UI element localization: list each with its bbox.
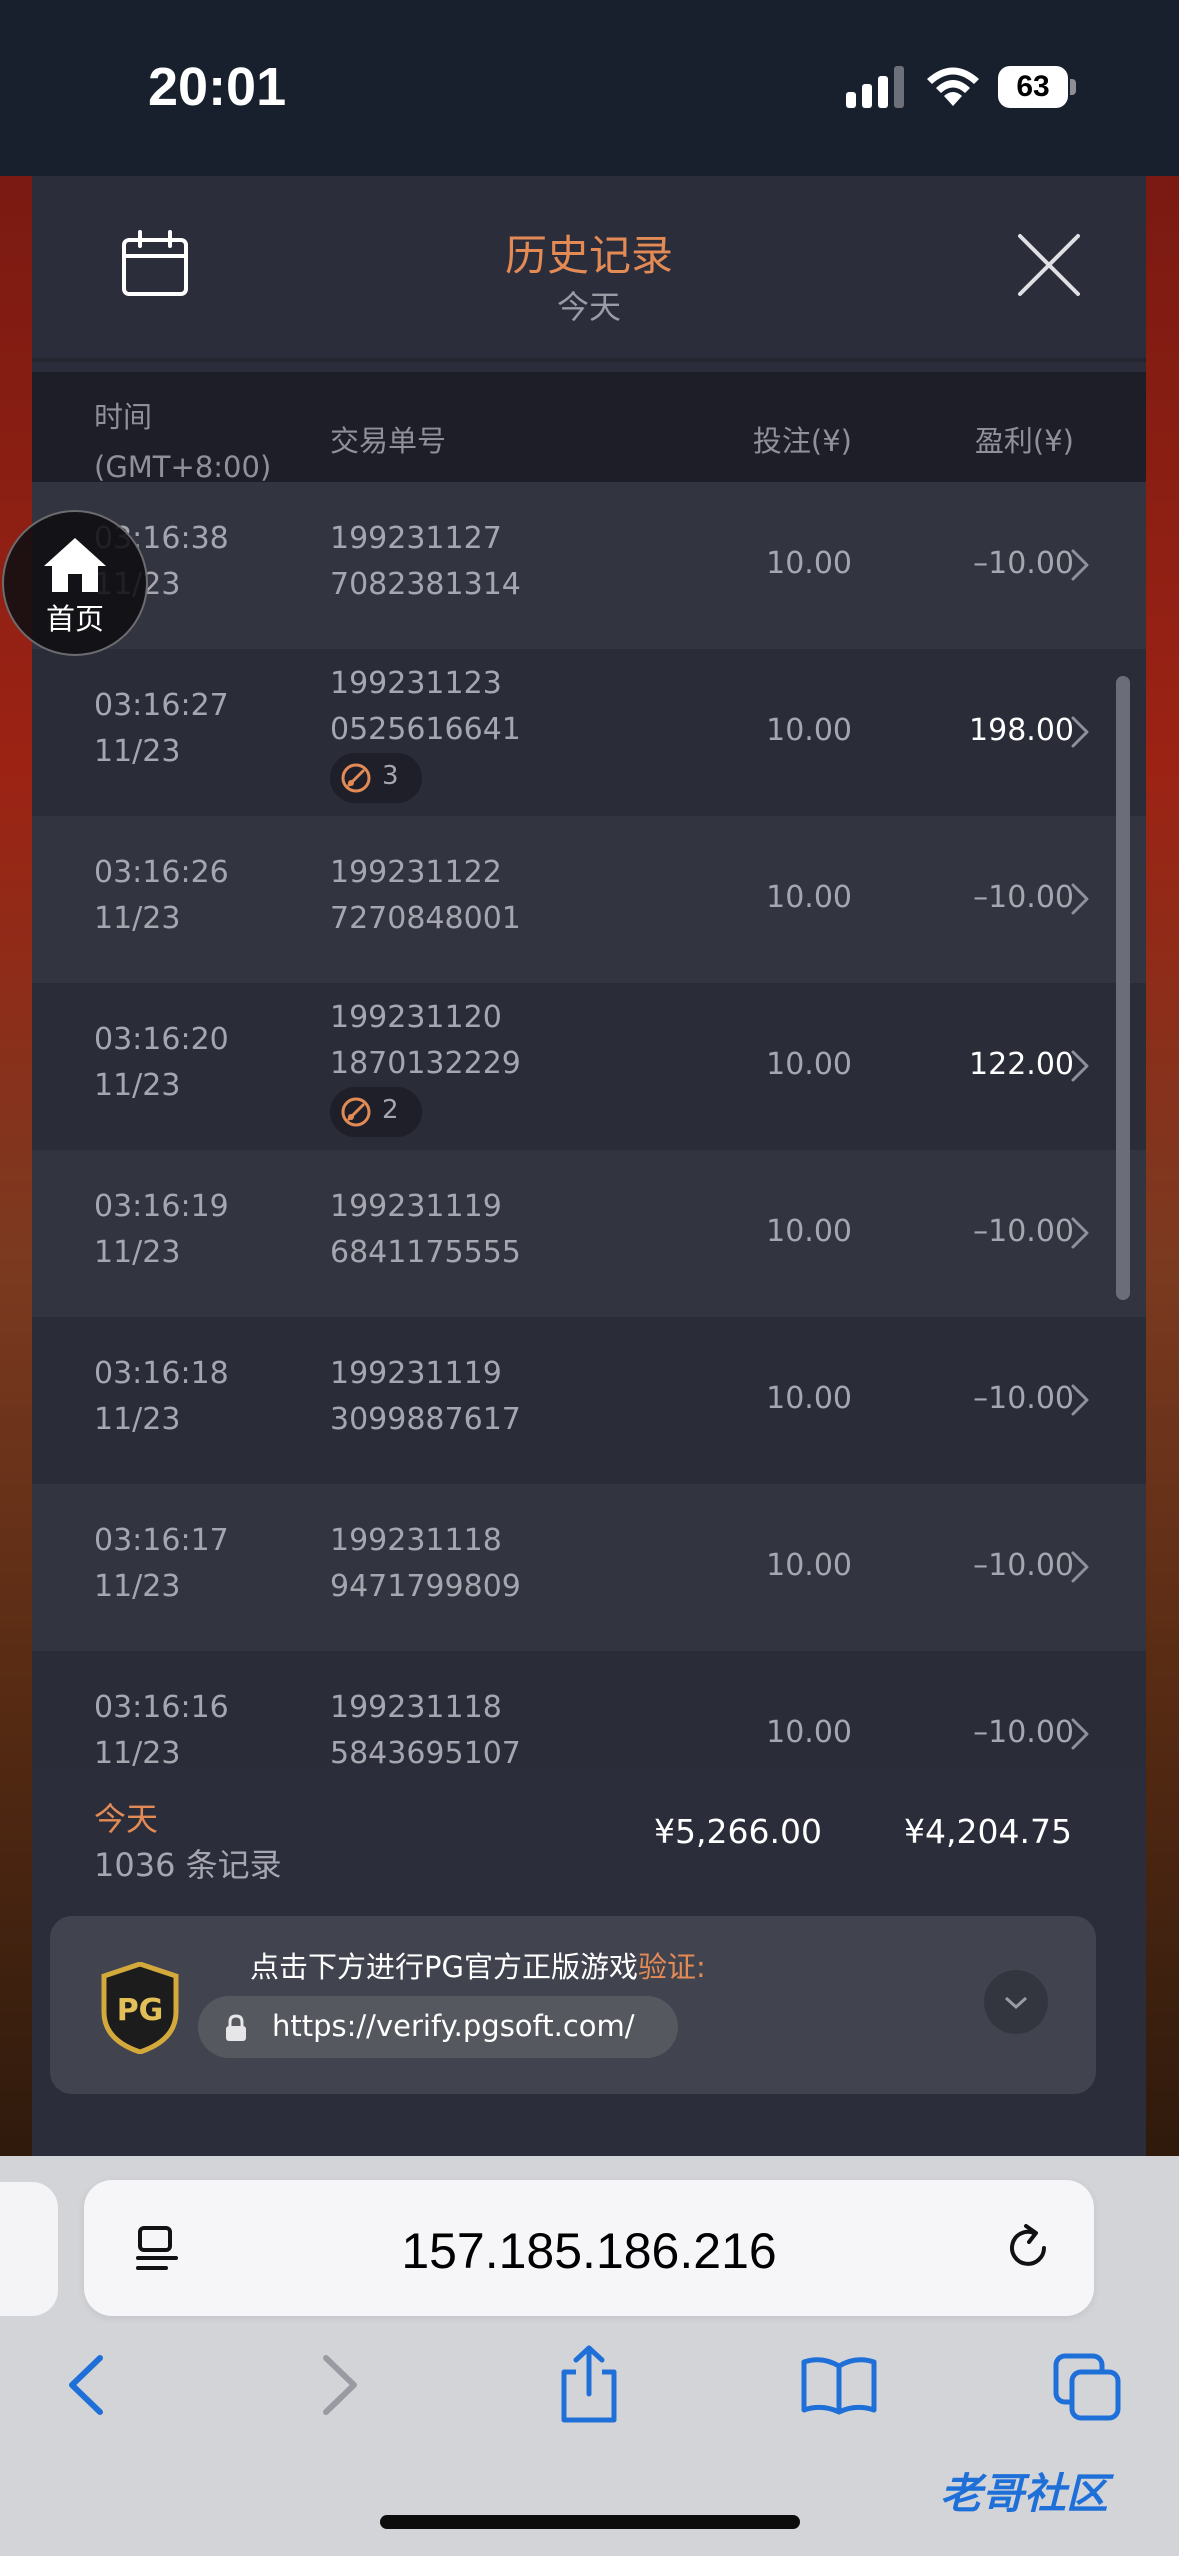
row-order-id: 199231122 7270848001 xyxy=(330,855,521,936)
free-spin-count: 2 xyxy=(382,1095,399,1125)
bookmarks-icon[interactable] xyxy=(800,2356,878,2416)
modal-title: 历史记录 xyxy=(504,231,673,280)
row-profit: –10.00 xyxy=(973,1715,1074,1750)
row-profit: –10.00 xyxy=(973,1548,1074,1583)
cellular-signal-icon xyxy=(846,66,904,108)
previous-tab-preview[interactable] xyxy=(0,2182,58,2316)
free-spin-badge: 2 xyxy=(330,1087,422,1137)
row-time: 03:16:18 11/23 xyxy=(94,1356,229,1437)
chevron-right-icon[interactable] xyxy=(1068,882,1092,916)
row-bet: 10.00 xyxy=(766,713,852,748)
row-bet: 10.00 xyxy=(766,1381,852,1416)
row-time: 03:16:26 11/23 xyxy=(94,855,229,936)
pg-logo: PG xyxy=(101,1962,179,2054)
verify-text: 点击下方进行PG官方正版游戏验证: xyxy=(250,1950,706,1984)
scrollbar[interactable] xyxy=(1116,676,1130,1300)
forward-icon[interactable] xyxy=(316,2350,364,2420)
row-time: 03:16:20 11/23 xyxy=(94,1022,229,1103)
row-time: 03:16:17 11/23 xyxy=(94,1523,229,1604)
chevron-right-icon[interactable] xyxy=(1068,548,1092,582)
history-row[interactable]: 03:16:17 11/23 199231118 9471799809 10.00 –10… xyxy=(32,1484,1146,1651)
total-bet: ¥5,266.00 xyxy=(654,1812,822,1851)
home-indicator xyxy=(380,2515,800,2529)
status-bar: 20:01 63 xyxy=(0,0,1179,176)
column-order-id: 交易单号 xyxy=(330,424,447,458)
history-list[interactable]: 03:16:3811/23199231127708238131410.00–10… xyxy=(32,482,1146,1766)
svg-text:PG: PG xyxy=(117,1993,164,2028)
row-profit: –10.00 xyxy=(973,880,1074,915)
history-row[interactable]: 03:16:19 11/23 199231119 6841175555 10.00 –10… xyxy=(32,1150,1146,1317)
watermark: 老哥社区 xyxy=(940,2469,1109,2518)
table-header: 时间 (GMT+8:00) 交易单号 投注(¥) 盈利(¥) xyxy=(32,372,1146,484)
history-modal: 历史记录 今天 时间 (GMT+8:00) 交易单号 投注(¥) 盈利(¥) 0… xyxy=(32,176,1146,2156)
row-bet: 10.00 xyxy=(766,1715,852,1750)
battery-level: 63 xyxy=(998,66,1068,108)
free-spin-icon xyxy=(341,1097,371,1127)
row-order-id: 199231118 9471799809 xyxy=(330,1523,521,1604)
row-bet: 10.00 xyxy=(766,1548,852,1583)
chevron-down-icon xyxy=(1004,1996,1028,2010)
row-profit: 122.00 xyxy=(969,1047,1074,1082)
status-time: 20:01 xyxy=(148,57,287,117)
battery-indicator: 63 xyxy=(998,66,1076,108)
free-spin-icon xyxy=(341,763,371,793)
close-icon[interactable] xyxy=(1016,232,1082,298)
row-profit: –10.00 xyxy=(973,1381,1074,1416)
row-bet: 10.00 xyxy=(766,880,852,915)
row-order-id: 199231119 3099887617 xyxy=(330,1356,521,1437)
address-bar[interactable]: 157.185.186.216 xyxy=(84,2180,1094,2316)
row-time: 03:16:27 11/23 xyxy=(94,688,229,769)
history-row[interactable]: 03:16:27 11/23 199231123 0525616641 10.00 198… xyxy=(32,649,1146,816)
row-order-id: 199231118 5843695107 xyxy=(330,1690,521,1766)
reload-icon[interactable] xyxy=(1000,2220,1056,2276)
row-time: 03:16:19 11/23 xyxy=(94,1189,229,1270)
row-order-id: 199231120 1870132229 xyxy=(330,1000,521,1081)
history-row[interactable]: 03:16:3811/23199231127708238131410.00–10… xyxy=(32,482,1146,649)
chevron-right-icon[interactable] xyxy=(1068,1717,1092,1751)
share-icon[interactable] xyxy=(556,2344,622,2424)
row-profit: –10.00 xyxy=(973,546,1074,581)
row-order-id: 199231123 0525616641 xyxy=(330,666,521,747)
chevron-right-icon[interactable] xyxy=(1068,1049,1092,1083)
date-filter-label[interactable]: 今天 xyxy=(32,282,1146,328)
verify-url-link[interactable]: https://verify.pgsoft.com/ xyxy=(198,1996,678,2058)
history-row[interactable]: 03:16:20 11/23 199231120 1870132229 10.00 122… xyxy=(32,983,1146,1150)
chevron-right-icon[interactable] xyxy=(1068,715,1092,749)
home-label: 首页 xyxy=(45,602,104,636)
row-bet: 10.00 xyxy=(766,1214,852,1249)
wifi-icon xyxy=(927,67,979,106)
row-time: 03:16:16 11/23 xyxy=(94,1690,229,1766)
column-bet: 投注(¥) xyxy=(752,424,852,458)
free-spin-count: 3 xyxy=(382,761,399,791)
row-profit: –10.00 xyxy=(973,1214,1074,1249)
row-order-id: 199231119 6841175555 xyxy=(330,1189,521,1270)
tabs-icon[interactable] xyxy=(1052,2352,1124,2422)
row-bet: 10.00 xyxy=(766,546,852,581)
verify-url: https://verify.pgsoft.com/ xyxy=(272,2009,635,2043)
row-bet: 10.00 xyxy=(766,1047,852,1082)
verify-banner[interactable]: PG 点击下方进行PG官方正版游戏验证: https://verify.pgso… xyxy=(50,1916,1096,2094)
home-icon xyxy=(44,538,106,592)
lock-icon xyxy=(226,2014,246,2041)
home-floating-button[interactable]: 首页 xyxy=(2,510,148,656)
column-time: 时间 (GMT+8:00) xyxy=(94,400,272,484)
history-row[interactable]: 03:16:26 11/23 199231122 7270848001 10.00 –10… xyxy=(32,816,1146,983)
history-row[interactable]: 03:16:16 11/23 199231118 5843695107 10.00 –10… xyxy=(32,1651,1146,1766)
address-url: 157.185.186.216 xyxy=(401,2223,777,2279)
summary-period: 今天 xyxy=(94,1800,159,1838)
chevron-right-icon[interactable] xyxy=(1068,1216,1092,1250)
back-icon[interactable] xyxy=(62,2350,110,2420)
chevron-right-icon[interactable] xyxy=(1068,1383,1092,1417)
free-spin-badge: 3 xyxy=(330,753,422,803)
row-order-id: 199231127 7082381314 xyxy=(330,521,521,602)
column-profit: 盈利(¥) xyxy=(974,424,1074,458)
total-profit: ¥4,204.75 xyxy=(904,1812,1072,1851)
chevron-right-icon[interactable] xyxy=(1068,1550,1092,1584)
modal-header: 历史记录 今天 xyxy=(32,176,1146,362)
history-row[interactable]: 03:16:18 11/23 199231119 3099887617 10.00 –10… xyxy=(32,1317,1146,1484)
row-profit: 198.00 xyxy=(969,713,1074,748)
record-count: 1036 条记录 xyxy=(94,1846,282,1884)
verify-expand-button[interactable] xyxy=(984,1970,1048,2034)
